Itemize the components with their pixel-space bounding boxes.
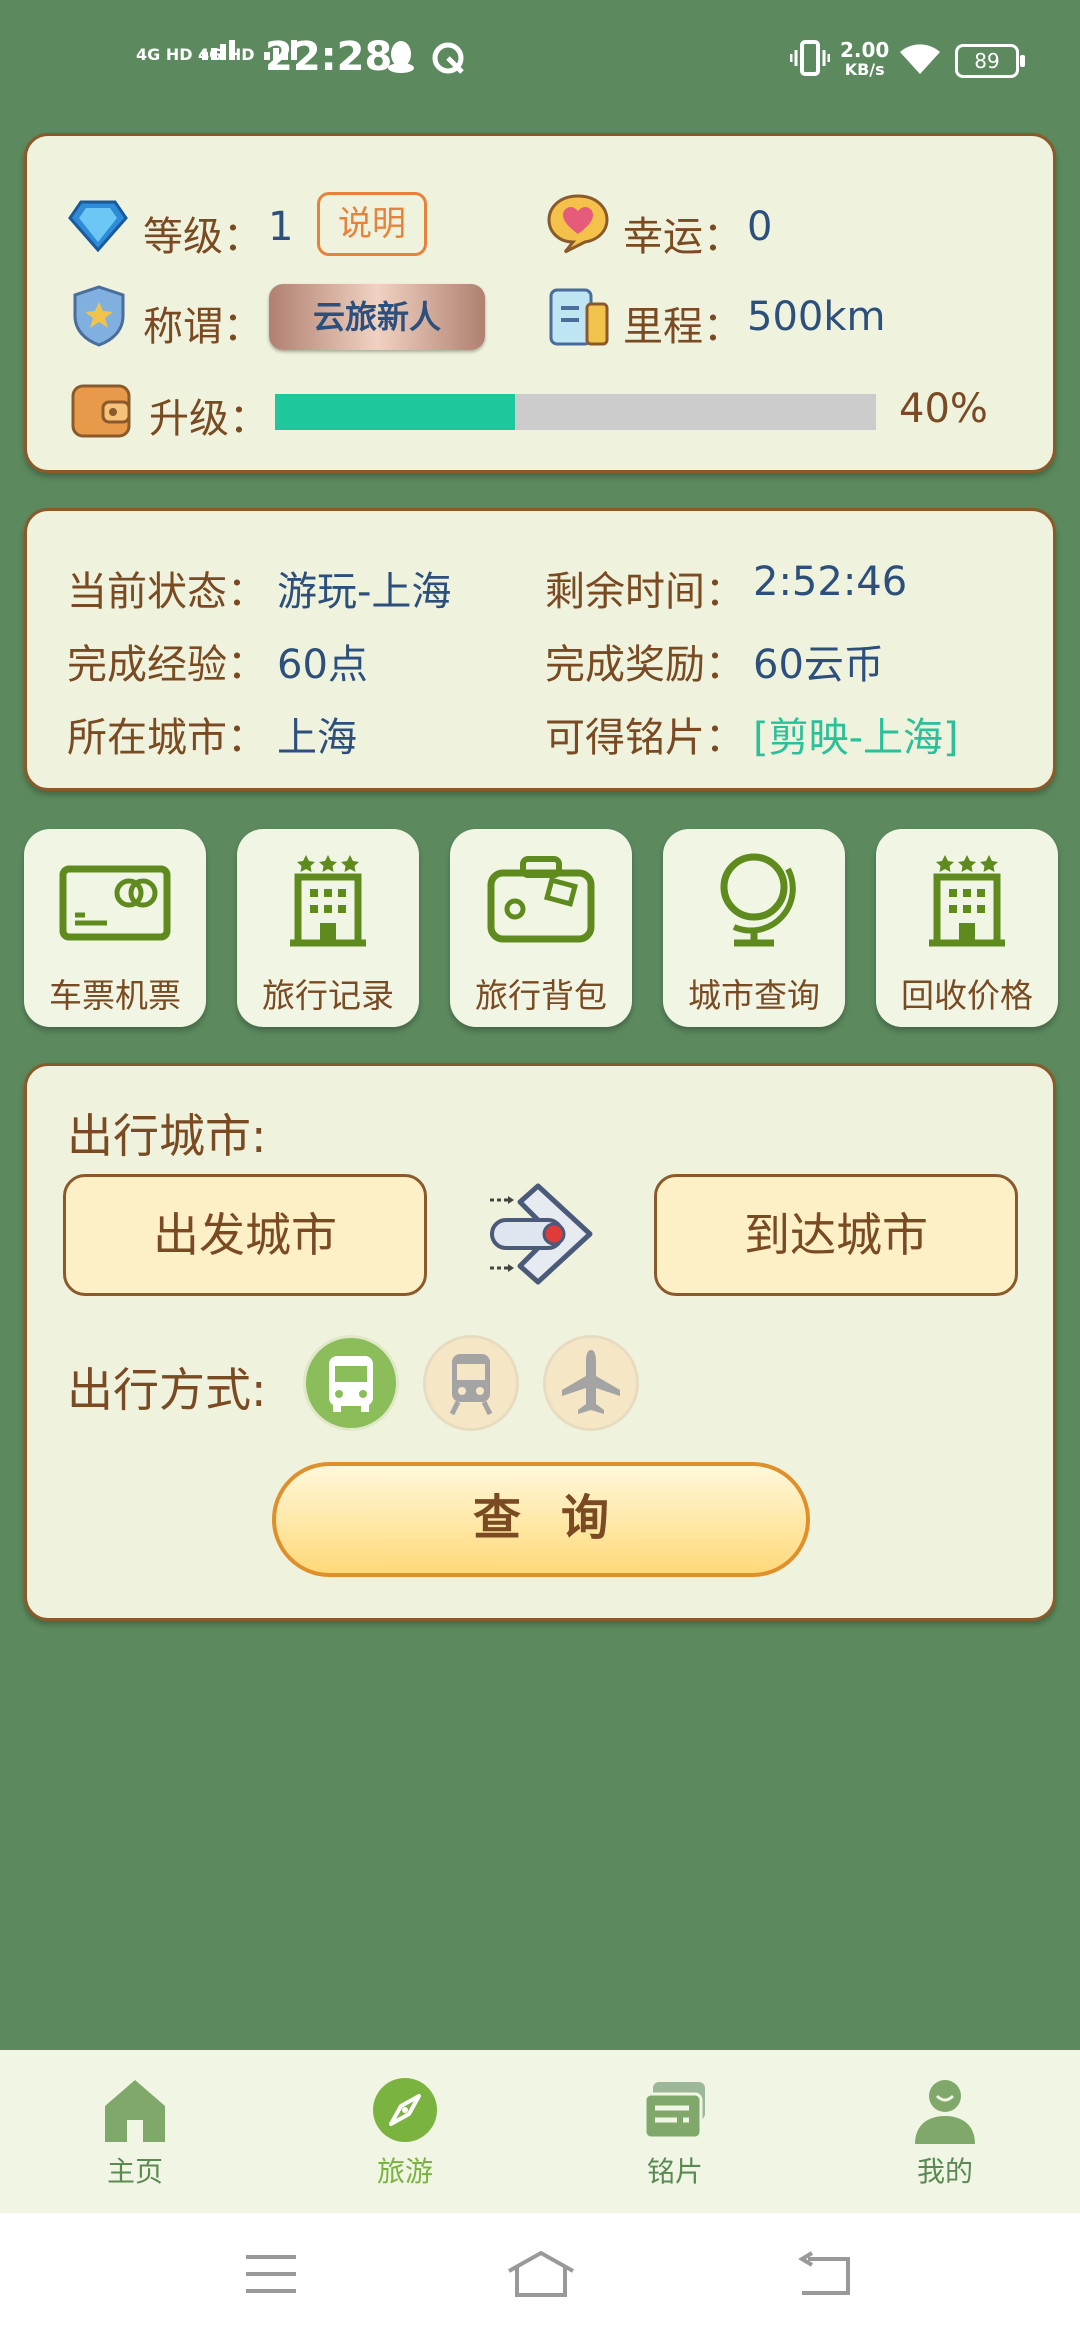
arrival-city-button[interactable]: 到达城市 bbox=[654, 1174, 1018, 1296]
shortcut-label: 旅行记录 bbox=[262, 976, 394, 1015]
remain-time-label: 剩余时间： bbox=[545, 569, 745, 615]
upgrade-percent: 40% bbox=[899, 386, 988, 432]
luck-value: 0 bbox=[747, 204, 773, 250]
mode-bus[interactable] bbox=[303, 1335, 399, 1431]
status-bar: 4G HD 4G HD 22:28 2.00 KB/s 89 bbox=[0, 0, 1080, 120]
shortcut-city-search[interactable]: 城市查询 bbox=[663, 829, 845, 1027]
bus-icon bbox=[329, 1356, 373, 1412]
vibrate-icon bbox=[790, 40, 830, 76]
luck-heart-icon bbox=[547, 194, 609, 254]
upgrade-progress-fill bbox=[275, 394, 516, 430]
status-time: 22:28 bbox=[265, 34, 393, 80]
card-value[interactable]: [剪映-上海] bbox=[753, 705, 959, 763]
nav-travel[interactable]: 旅游 bbox=[270, 2050, 540, 2213]
nav-label: 主页 bbox=[106, 2155, 163, 2188]
card-label: 可得铭片： bbox=[545, 715, 745, 761]
sim2-label: 4G HD bbox=[198, 45, 255, 64]
shortcut-label: 旅行背包 bbox=[475, 976, 607, 1015]
compass-icon bbox=[373, 2078, 437, 2142]
luck-label: 幸运： bbox=[623, 214, 743, 260]
wifi-icon bbox=[900, 44, 940, 74]
sim1-label: 4G HD bbox=[136, 45, 193, 64]
level-value: 1 bbox=[268, 204, 294, 250]
back-icon[interactable] bbox=[796, 2251, 852, 2297]
title-label: 称谓： bbox=[143, 304, 263, 350]
nav-label: 我的 bbox=[916, 2155, 973, 2188]
state-label: 当前状态： bbox=[67, 569, 267, 615]
net-speed: 2.00 KB/s bbox=[840, 40, 889, 80]
exp-value: 60点 bbox=[277, 642, 368, 688]
cards-icon bbox=[643, 2082, 705, 2140]
shortcut-label: 回收价格 bbox=[901, 976, 1033, 1015]
diamond-icon bbox=[68, 200, 128, 253]
exp-label: 完成经验： bbox=[67, 642, 267, 688]
mileage-value: 500km bbox=[747, 294, 886, 340]
city-label: 所在城市： bbox=[67, 715, 267, 761]
trip-city-title: 出行城市: bbox=[67, 1109, 267, 1163]
upgrade-progress-bar bbox=[275, 394, 876, 430]
shortcut-tickets[interactable]: 车票机票 bbox=[24, 829, 206, 1027]
message-icon bbox=[432, 42, 464, 74]
hotel-icon bbox=[290, 855, 366, 947]
nav-label: 旅游 bbox=[376, 2155, 433, 2188]
nav-home[interactable]: 主页 bbox=[0, 2050, 270, 2213]
shortcut-label: 城市查询 bbox=[688, 976, 820, 1015]
user-icon bbox=[915, 2080, 975, 2144]
ticket-icon bbox=[59, 865, 171, 941]
net-speed-value: 2.00 bbox=[840, 38, 890, 62]
battery-icon: 89 bbox=[955, 44, 1025, 78]
menu-icon[interactable] bbox=[244, 2253, 298, 2295]
nav-label: 铭片 bbox=[646, 2155, 703, 2188]
wallet-icon bbox=[71, 384, 131, 438]
hotel-icon bbox=[929, 855, 1005, 947]
nav-mine[interactable]: 我的 bbox=[810, 2050, 1080, 2213]
home-nav-icon[interactable] bbox=[505, 2249, 577, 2299]
shortcut-travel-record[interactable]: 旅行记录 bbox=[237, 829, 419, 1027]
mode-train[interactable] bbox=[423, 1335, 519, 1431]
globe-icon bbox=[720, 853, 796, 947]
shortcut-backpack[interactable]: 旅行背包 bbox=[450, 829, 632, 1027]
home-icon bbox=[105, 2080, 165, 2142]
trip-mode-title: 出行方式: bbox=[67, 1363, 267, 1417]
remain-time-value: 2:52:46 bbox=[753, 559, 908, 605]
title-shield-icon bbox=[73, 285, 125, 347]
net-speed-unit: KB/s bbox=[844, 60, 885, 79]
departure-city-button[interactable]: 出发城市 bbox=[63, 1174, 427, 1296]
mode-plane[interactable] bbox=[543, 1335, 639, 1431]
shortcut-recycle-price[interactable]: 回收价格 bbox=[876, 829, 1058, 1027]
swap-direction-icon[interactable] bbox=[486, 1178, 598, 1290]
query-button[interactable]: 查询 bbox=[272, 1462, 810, 1577]
level-label: 等级： bbox=[143, 214, 263, 260]
profile-card: 等级： 1 说明 幸运： 0 称谓： 云旅新人 里程： 500km 升级： 40… bbox=[24, 133, 1056, 473]
shortcut-label: 车票机票 bbox=[49, 976, 181, 1015]
reward-label: 完成奖励： bbox=[545, 642, 745, 688]
nav-cards[interactable]: 铭片 bbox=[540, 2050, 810, 2213]
city-value: 上海 bbox=[277, 715, 357, 761]
title-badge: 云旅新人 bbox=[269, 284, 485, 350]
plane-icon bbox=[562, 1350, 620, 1414]
system-navigation-bar bbox=[0, 2213, 1080, 2340]
reward-value: 60云币 bbox=[753, 642, 884, 688]
state-value: 游玩-上海 bbox=[277, 569, 452, 615]
travel-status-card: 当前状态： 游玩-上海 剩余时间： 2:52:46 完成经验： 60点 完成奖励… bbox=[24, 508, 1056, 791]
explain-button[interactable]: 说明 bbox=[317, 192, 427, 256]
upgrade-label: 升级： bbox=[149, 396, 269, 442]
suitcase-icon bbox=[487, 856, 595, 943]
bottom-navigation: 主页 旅游 铭片 我的 bbox=[0, 2050, 1080, 2213]
train-icon bbox=[449, 1354, 493, 1416]
qq-icon bbox=[388, 41, 414, 73]
mileage-book-icon bbox=[549, 288, 609, 346]
mileage-label: 里程： bbox=[623, 304, 743, 350]
